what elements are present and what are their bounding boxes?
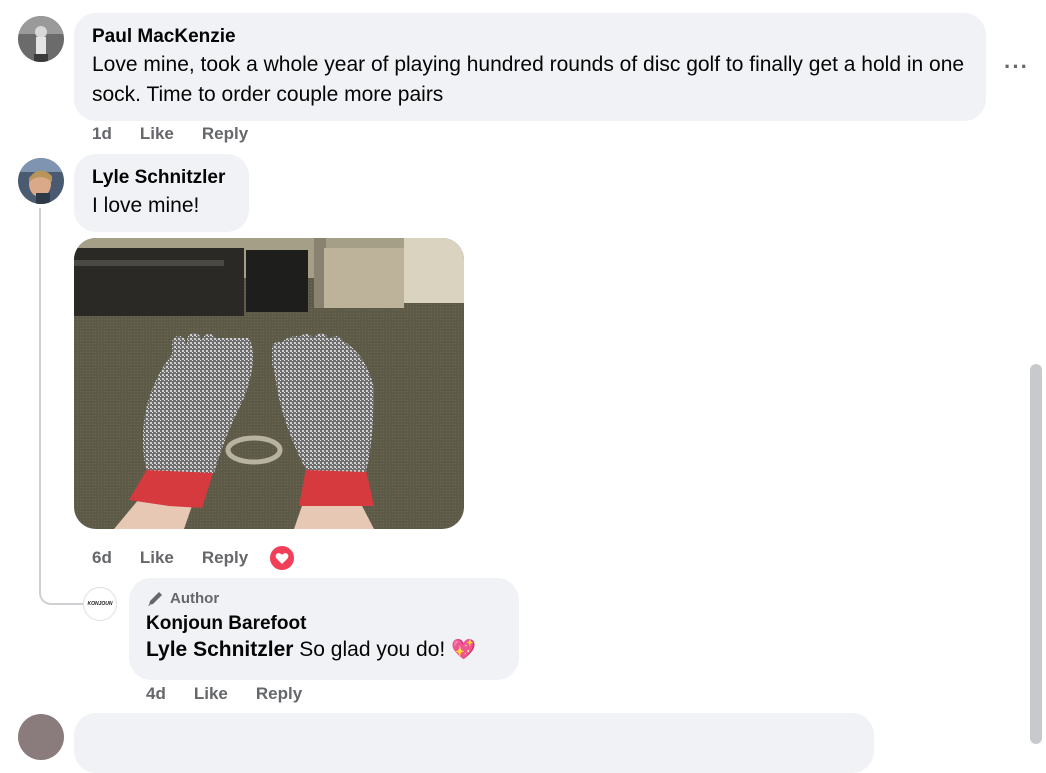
avatar-paul[interactable] (18, 16, 64, 62)
mention-link[interactable]: Lyle Schnitzler (146, 638, 293, 661)
comment-author[interactable]: Paul MacKenzie (92, 26, 968, 48)
author-badge: Author (146, 589, 501, 608)
comment-timestamp[interactable]: 1d (92, 124, 112, 144)
like-button[interactable]: Like (140, 124, 174, 144)
comment-bubble-lyle: Lyle Schnitzler I love mine! (74, 154, 249, 232)
like-button[interactable]: Like (140, 548, 174, 568)
comment-actions: 1d Like Reply (92, 124, 276, 144)
avatar-next-comment[interactable] (18, 714, 64, 760)
reply-actions: 4d Like Reply (146, 684, 330, 704)
reply-author[interactable]: Konjoun Barefoot (146, 613, 501, 635)
comment-text: Love mine, took a whole year of playing … (92, 53, 965, 106)
comment-actions: 6d Like Reply (92, 544, 297, 572)
more-options-button[interactable]: ··· (1004, 54, 1029, 80)
comment-bubble-paul: Paul MacKenzie Love mine, took a whole y… (74, 13, 986, 121)
like-button[interactable]: Like (194, 684, 228, 704)
pencil-icon (146, 589, 165, 608)
reply-timestamp[interactable]: 4d (146, 684, 166, 704)
comment-timestamp[interactable]: 6d (92, 548, 112, 568)
heart-reaction-icon[interactable] (268, 544, 297, 572)
reply-message: So glad you do! (299, 638, 446, 661)
avatar-lyle[interactable] (18, 158, 64, 204)
comment-photo[interactable] (74, 238, 464, 529)
next-comment-bubble (74, 713, 874, 773)
scrollbar-thumb[interactable] (1030, 364, 1042, 744)
comment-text: I love mine! (92, 194, 200, 217)
reply-button[interactable]: Reply (256, 684, 302, 704)
avatar-konjoun[interactable]: KONJOUN (83, 587, 117, 621)
reply-text: Lyle Schnitzler So glad you do! 💖 (146, 635, 501, 665)
reply-button[interactable]: Reply (202, 548, 248, 568)
socks-photo-image (74, 238, 464, 529)
konjoun-logo: KONJOUN (87, 601, 113, 607)
author-badge-label: Author (170, 590, 220, 607)
reply-button[interactable]: Reply (202, 124, 248, 144)
comment-author[interactable]: Lyle Schnitzler (92, 167, 231, 189)
sparkling-heart-icon: 💖 (451, 639, 476, 661)
reply-bubble-konjoun: Author Konjoun Barefoot Lyle Schnitzler … (129, 578, 519, 680)
